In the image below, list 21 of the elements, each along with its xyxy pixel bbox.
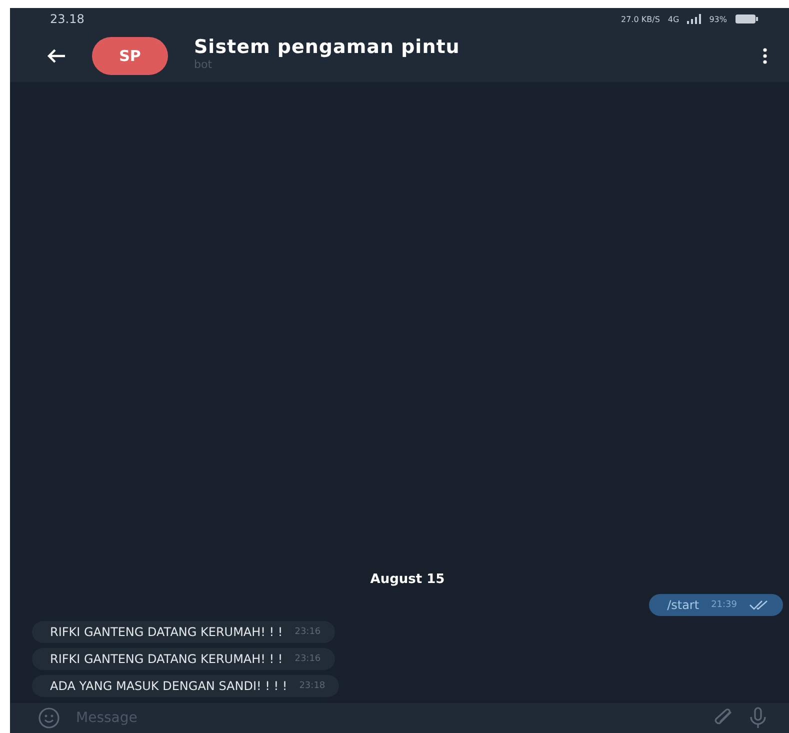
- date-label: August 15: [370, 572, 445, 587]
- microphone-icon[interactable]: [749, 707, 767, 729]
- emoji-icon[interactable]: [38, 707, 60, 729]
- back-arrow-icon[interactable]: [46, 48, 66, 64]
- chat-title: Sistem pengaman pintu: [194, 36, 461, 58]
- message-text: /start: [667, 598, 700, 612]
- network-speed: 27.0 KB/S: [621, 14, 660, 24]
- message-text: RIFKI GANTENG DATANG KERUMAH! ! !: [50, 625, 283, 639]
- status-time: 23.18: [50, 12, 84, 26]
- message-time: 21:39: [711, 600, 737, 610]
- menu-icon[interactable]: [763, 48, 767, 64]
- network-type: 4G: [668, 14, 680, 24]
- message-time: 23:16: [294, 627, 321, 637]
- signal-icon: [687, 14, 702, 24]
- message-text: RIFKI GANTENG DATANG KERUMAH! ! !: [50, 652, 283, 666]
- message-time: 23:18: [299, 681, 326, 691]
- message-text: ADA YANG MASUK DENGAN SANDI! ! ! !: [50, 679, 288, 693]
- chat-avatar: SP: [92, 37, 168, 75]
- battery-percent: 93%: [709, 14, 727, 24]
- message-time: 23:16: [294, 654, 321, 664]
- battery-icon: [735, 14, 759, 24]
